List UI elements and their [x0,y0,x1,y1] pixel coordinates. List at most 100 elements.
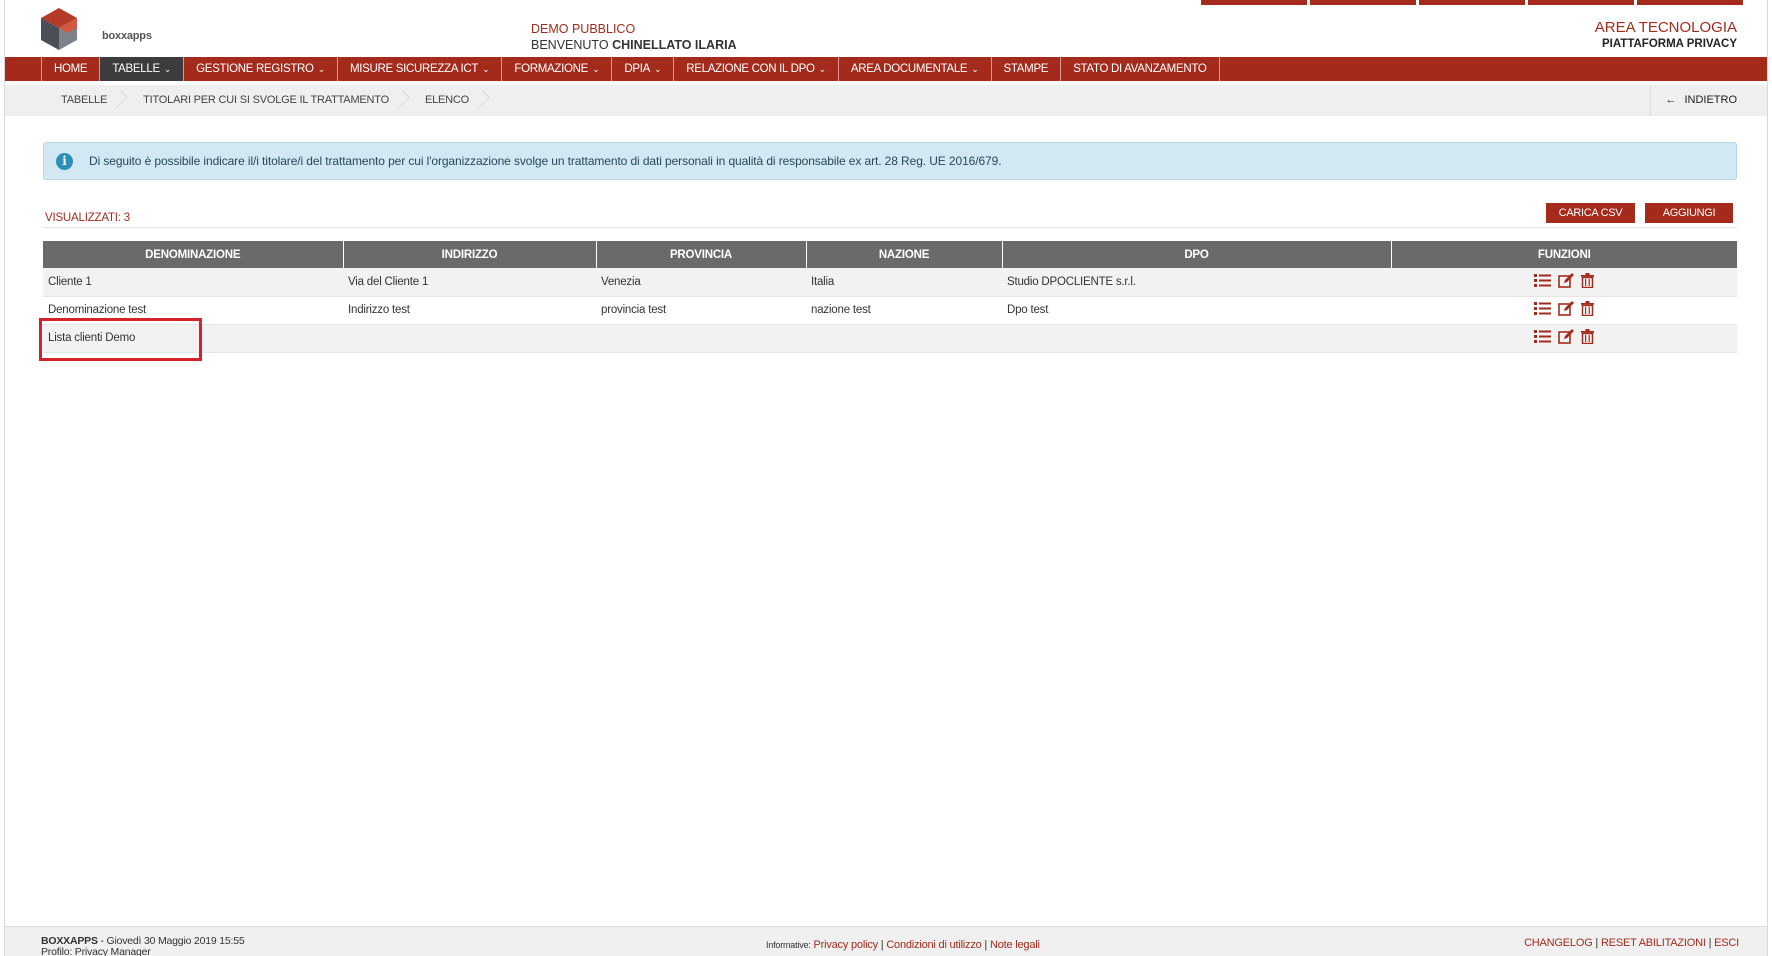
welcome-line: BENVENUTO CHINELLATO ILARIA [531,37,737,53]
breadcrumb-item-tabelle[interactable]: TABELLE [41,85,123,116]
nav-label: STATO DI AVANZAMENTO [1073,63,1207,75]
chevron-down-icon: ⌄ [818,64,827,74]
welcome-prefix: BENVENUTO [531,38,609,52]
area-info: AREA TECNOLOGIA PIATTAFORMA PRIVACY [1595,20,1737,52]
org-info: DEMO PUBBLICO BENVENUTO CHINELLATO ILARI… [531,21,737,53]
nav-label: GESTIONE REGISTRO [196,63,314,75]
list-icon[interactable] [1534,330,1551,346]
cell-funzioni [1391,324,1737,353]
upload-csv-button[interactable]: CARICA CSV [1546,203,1635,223]
nav-dpia[interactable]: DPIA ⌄ [612,57,675,81]
nav-stampe[interactable]: STAMPE [992,57,1062,81]
nav-label: FORMAZIONE [514,63,589,75]
chevron-down-icon: ⌄ [971,64,979,74]
breadcrumb: TABELLE TITOLARI PER CUI SI SVOLGE IL TR… [41,85,1767,116]
chevron-down-icon: ⌄ [653,64,662,74]
cell-dpo [1002,324,1391,353]
footer-links: Informative: Privacy policy | Condizioni… [766,939,1040,951]
cell-funzioni [1391,296,1737,325]
cell-nazione: nazione test [806,296,1002,325]
back-button[interactable]: ← INDIETRO [1650,85,1767,116]
org-name: DEMO PUBBLICO [531,22,636,36]
cell-denominazione: Cliente 1 [43,268,343,297]
cell-provincia: provincia test [596,296,806,325]
nav-stato-avanzamento[interactable]: STATO DI AVANZAMENTO [1061,57,1220,81]
header: boxxapps DEMO PUBBLICO BENVENUTO CHINELL… [5,0,1767,56]
cell-indirizzo [343,324,596,353]
table-row[interactable]: Lista clienti Demo [43,324,1737,353]
logo[interactable]: boxxapps [39,6,152,54]
cell-nazione: Italia [806,268,1002,297]
breadcrumb-item-elenco: ELENCO [405,85,485,116]
data-table: DENOMINAZIONE INDIRIZZO PROVINCIA NAZION… [43,241,1737,353]
nav-home[interactable]: HOME [42,57,101,81]
nav-label: RELAZIONE CON IL DPO [686,63,815,75]
nav-gestione-registro[interactable]: GESTIONE REGISTRO ⌄ [184,57,338,81]
column-header-denominazione[interactable]: DENOMINAZIONE [43,241,344,268]
cell-provincia [596,324,806,353]
user-name: CHINELLATO ILARIA [612,38,737,52]
nav-label: DPIA [624,63,650,75]
main-nav: HOME TABELLE ⌄ GESTIONE REGISTRO ⌄ MISURE … [5,57,1767,81]
nav-label: TABELLE [112,63,160,75]
app-frame: boxxapps DEMO PUBBLICO BENVENUTO CHINELL… [4,0,1768,956]
cell-dpo: Studio DPOCLIENTE s.r.l. [1002,268,1391,297]
nav-label: AREA DOCUMENTALE [850,63,968,75]
nav-formazione[interactable]: FORMAZIONE ⌄ [502,57,613,81]
table-row[interactable]: Denominazione test Indirizzo test provin… [43,296,1737,325]
column-header-provincia[interactable]: PROVINCIA [596,241,807,268]
privacy-policy-link[interactable]: Privacy policy [813,939,878,951]
legal-notes-link[interactable]: Note legali [990,939,1040,951]
cell-indirizzo: Indirizzo test [343,296,596,325]
nav-label: HOME [54,63,88,75]
trash-icon[interactable] [1581,329,1594,347]
info-alert: i Di seguito è possibile indicare il/i t… [43,142,1737,180]
footer: BOXXAPPS - Giovedì 30 Maggio 2019 15:55 … [5,926,1767,956]
chevron-down-icon: ⌄ [163,64,172,74]
cell-provincia: Venezia [596,268,806,297]
chevron-down-icon: ⌄ [482,64,490,74]
list-icon[interactable] [1534,302,1551,318]
chevron-down-icon: ⌄ [317,64,326,74]
changelog-link[interactable]: CHANGELOG [1524,937,1593,949]
nav-label: MISURE SICUREZZA ICT [349,63,479,75]
list-icon[interactable] [1534,273,1551,290]
edit-icon[interactable] [1558,301,1574,319]
table-row[interactable]: Cliente 1 Via del Cliente 1 Venezia Ital… [43,268,1737,297]
breadcrumb-item-titolari[interactable]: TITOLARI PER CUI SI SVOLGE IL TRATTAMENT… [123,85,405,116]
back-label: INDIETRO [1684,94,1737,106]
column-header-indirizzo[interactable]: INDIRIZZO [343,241,597,268]
column-header-nazione[interactable]: NAZIONE [806,241,1003,268]
footer-actions: CHANGELOG | RESET ABILITAZIONI | ESCI [1524,937,1739,949]
cell-dpo: Dpo test [1002,296,1391,325]
nav-misure-sicurezza-ict[interactable]: MISURE SICUREZZA ICT ⌄ [338,57,503,81]
alert-text: Di seguito è possibile indicare il/i tit… [89,154,1002,168]
nav-tabelle[interactable]: TABELLE ⌄ [100,57,185,81]
record-count: VISUALIZZATI: 3 [45,212,130,224]
footer-info: BOXXAPPS - Giovedì 30 Maggio 2019 15:55 … [41,936,245,956]
cell-indirizzo: Via del Cliente 1 [343,268,596,297]
nav-area-documentale[interactable]: AREA DOCUMENTALE ⌄ [839,57,992,81]
footer-info-label: Informative: [766,940,811,950]
reset-permissions-link[interactable]: RESET ABILITAZIONI [1601,937,1706,949]
platform-name: PIATTAFORMA PRIVACY [1601,38,1737,50]
cell-nazione [806,324,1002,353]
trash-icon[interactable] [1581,301,1594,319]
area-name: AREA TECNOLOGIA [1594,19,1737,36]
back-arrow-icon: ← [1665,94,1677,106]
logout-link[interactable]: ESCI [1714,937,1739,949]
trash-icon[interactable] [1581,272,1594,291]
edit-icon[interactable] [1558,329,1574,347]
logo-cube-icon [41,8,77,50]
divider [43,227,1737,228]
conditions-link[interactable]: Condizioni di utilizzo [886,939,981,951]
column-header-dpo[interactable]: DPO [1002,241,1392,268]
footer-profile: Profilo: Privacy Manager [41,946,151,956]
nav-relazione-dpo[interactable]: RELAZIONE CON IL DPO ⌄ [674,57,839,81]
table-header-row: DENOMINAZIONE INDIRIZZO PROVINCIA NAZION… [43,241,1737,268]
edit-icon[interactable] [1558,272,1574,291]
chevron-down-icon: ⌄ [592,64,600,74]
highlight-box [39,318,202,361]
add-button[interactable]: AGGIUNGI [1645,203,1733,223]
column-header-funzioni: FUNZIONI [1391,241,1737,268]
